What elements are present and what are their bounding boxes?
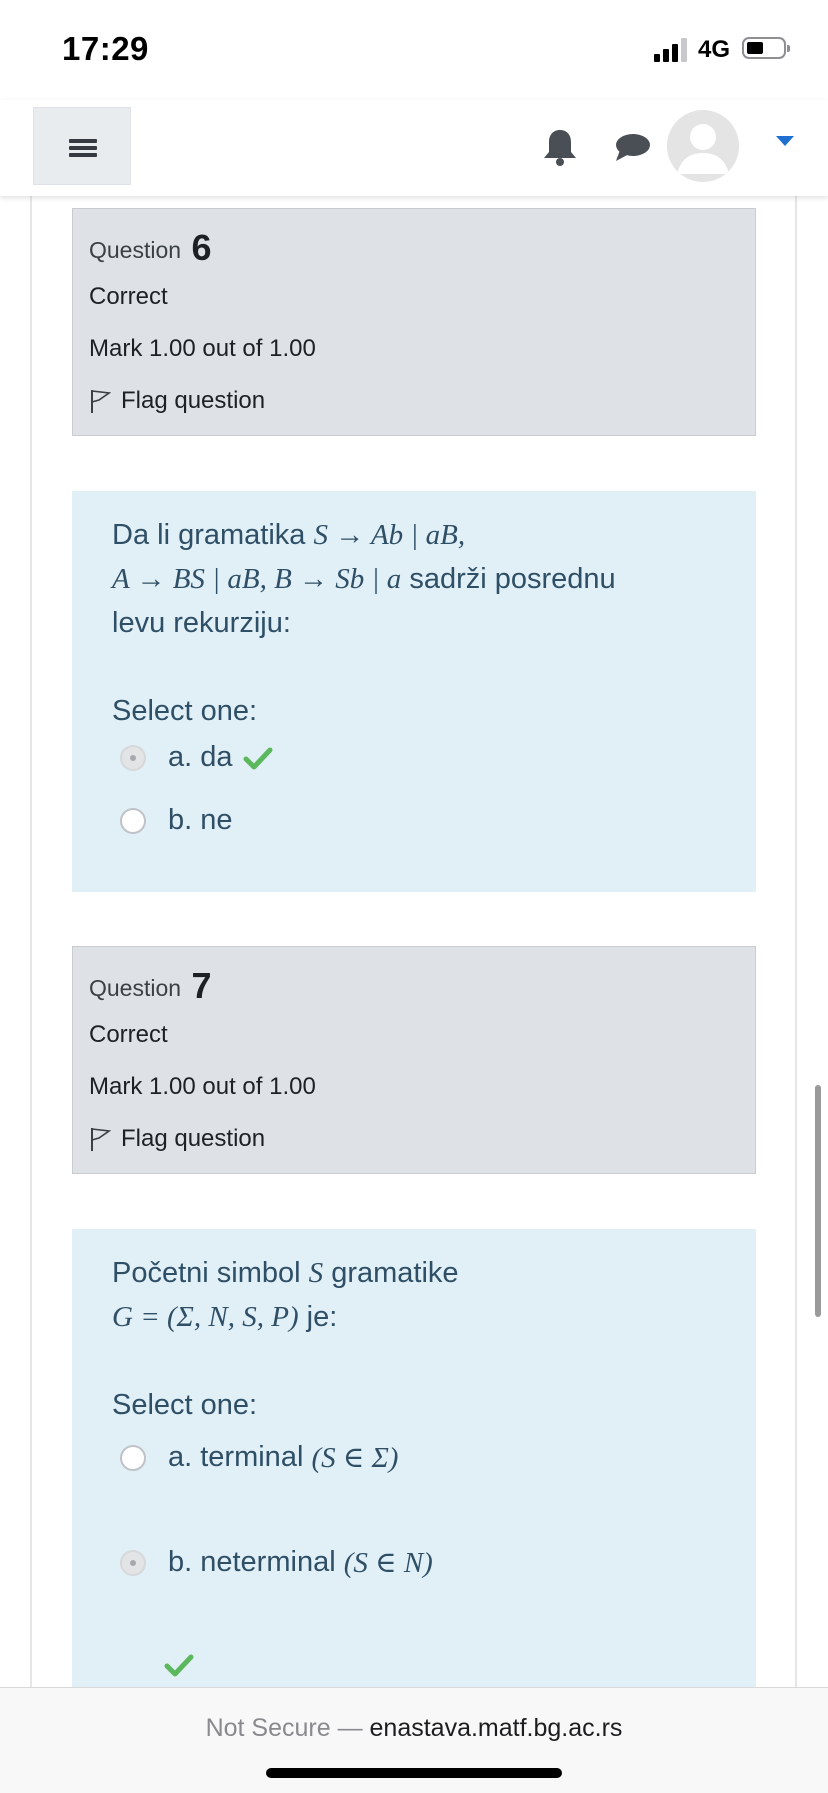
answer-label: b. ne xyxy=(168,804,233,836)
question-state: Correct xyxy=(89,1021,168,1048)
question-math: S → Ab | aB, xyxy=(313,519,466,551)
flag-icon xyxy=(91,390,111,413)
radio-unselected[interactable] xyxy=(120,1444,146,1471)
question-text-part: gramatike xyxy=(323,1257,459,1289)
battery-icon xyxy=(742,37,790,59)
content-border-right xyxy=(795,196,797,1687)
not-secure-label: Not Secure — xyxy=(205,1714,370,1742)
status-time: 17:29 xyxy=(62,30,149,67)
question-text-part: sadrži posrednu xyxy=(401,563,616,595)
navbar xyxy=(0,100,828,196)
answer-label: a. terminal xyxy=(168,1441,312,1473)
scrollbar[interactable] xyxy=(815,1085,821,1317)
home-indicator[interactable] xyxy=(266,1768,562,1778)
check-icon xyxy=(243,747,272,769)
question-label: Question xyxy=(89,237,182,263)
question-text-part: Da li gramatika xyxy=(112,519,314,551)
answer-math: (S ∈ Σ) xyxy=(311,1442,399,1474)
question-info: Question 7 Correct Mark 1.00 out of 1.00… xyxy=(72,946,756,1174)
select-prompt: Select one: xyxy=(112,1389,258,1421)
flag-question-link[interactable]: Flag question xyxy=(89,387,265,415)
flag-icon xyxy=(91,1128,111,1151)
bell-icon[interactable] xyxy=(540,126,580,168)
signal-icon xyxy=(654,38,688,62)
question-grade: Mark 1.00 out of 1.00 xyxy=(89,335,316,362)
url-host: enastava.matf.bg.ac.rs xyxy=(369,1714,623,1742)
answer-label: a. da xyxy=(168,741,233,773)
browser-bottom-bar: Not Secure — enastava.matf.bg.ac.rs xyxy=(0,1687,828,1793)
radio-selected[interactable] xyxy=(120,744,146,771)
chat-icon[interactable] xyxy=(612,130,652,166)
radio-unselected[interactable] xyxy=(120,807,146,834)
network-type: 4G xyxy=(698,36,731,63)
user-avatar[interactable] xyxy=(667,110,739,182)
flag-question-link[interactable]: Flag question xyxy=(89,1125,265,1153)
question-number: Question 7 xyxy=(89,965,211,1007)
question-number-value: 7 xyxy=(191,965,212,1006)
flag-question-label: Flag question xyxy=(121,387,266,414)
question-math: A → BS | aB, B → Sb | a xyxy=(112,563,402,595)
answer-option-b[interactable]: b. neterminal (S ∈ N) xyxy=(120,1545,433,1580)
answer-option-a[interactable]: a. terminal (S ∈ Σ) xyxy=(120,1440,398,1475)
address-bar[interactable]: Not Secure — enastava.matf.bg.ac.rs xyxy=(0,1714,828,1743)
answer-math: (S ∈ N) xyxy=(343,1547,433,1579)
user-menu-caret-icon[interactable] xyxy=(776,136,794,146)
flag-question-label: Flag question xyxy=(121,1125,266,1152)
question-formulation: Da li gramatika S → Ab | aB, A → BS | aB… xyxy=(72,491,756,892)
question-info: Question 6 Correct Mark 1.00 out of 1.00… xyxy=(72,208,756,436)
question-text: Početni simbol S gramatike G = (Σ, N, S,… xyxy=(112,1251,732,1339)
user-silhouette-icon xyxy=(667,110,739,182)
question-math: G = (Σ, N, S, P) xyxy=(112,1301,299,1333)
question-text: Da li gramatika S → Ab | aB, A → BS | aB… xyxy=(112,513,732,645)
answer-option-a[interactable]: a. da xyxy=(120,741,273,774)
content-border-left xyxy=(30,196,32,1687)
question-text-part: je: xyxy=(298,1301,338,1333)
question-text-part: levu rekurziju: xyxy=(112,607,291,639)
hamburger-menu-button[interactable] xyxy=(33,107,131,185)
question-state: Correct xyxy=(89,283,168,310)
check-icon xyxy=(164,1654,194,1677)
question-number-value: 6 xyxy=(191,227,212,268)
status-bar: 17:29 4G xyxy=(0,0,828,100)
question-text-part: Početni simbol xyxy=(112,1257,309,1289)
answer-option-b[interactable]: b. ne xyxy=(120,804,233,837)
select-prompt: Select one: xyxy=(112,695,258,727)
question-label: Question xyxy=(89,975,182,1001)
question-math: S xyxy=(308,1257,324,1289)
question-formulation: Početni simbol S gramatike G = (Σ, N, S,… xyxy=(72,1229,756,1687)
radio-selected[interactable] xyxy=(120,1549,146,1576)
question-grade: Mark 1.00 out of 1.00 xyxy=(89,1073,316,1100)
answer-label: b. neterminal xyxy=(168,1546,344,1578)
question-number: Question 6 xyxy=(89,227,211,269)
